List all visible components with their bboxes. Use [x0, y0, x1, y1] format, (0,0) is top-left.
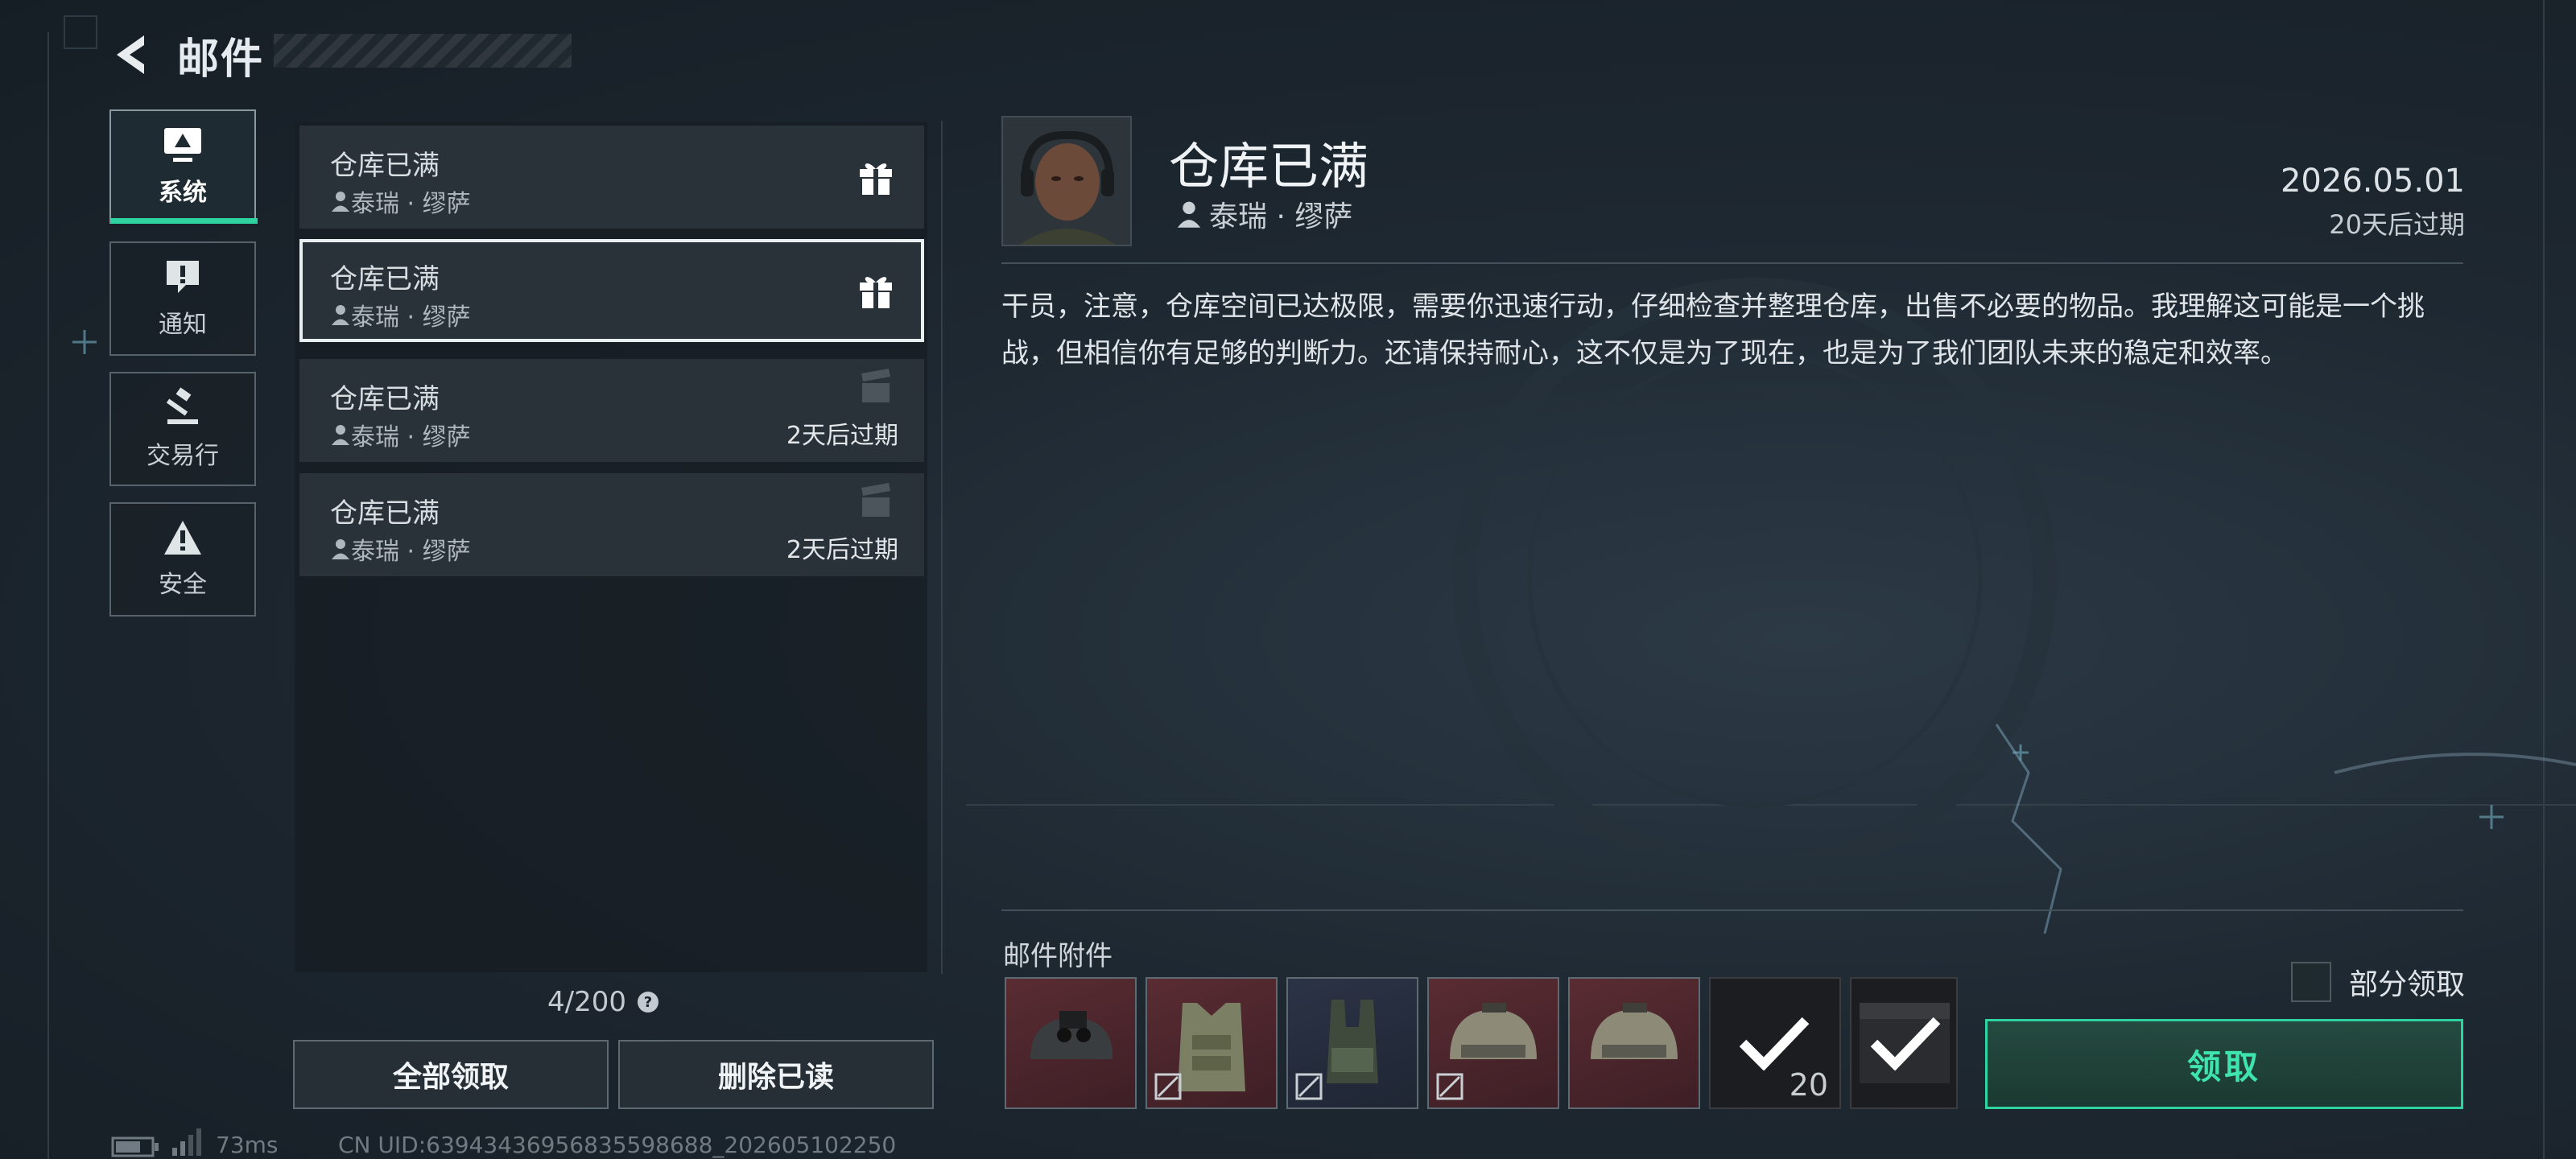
mail-sender: 泰瑞 · 缪萨 — [330, 531, 471, 567]
gavel-icon — [166, 387, 198, 424]
mail-list-item[interactable]: 仓库已满 泰瑞 · 缪萨 2天后过期 — [299, 359, 924, 462]
user-uid: CN UID:639434369568355986​88_20260510225… — [338, 1132, 897, 1158]
attachment-item[interactable] — [1427, 977, 1559, 1109]
sender-portrait-image — [1003, 118, 1130, 245]
mail-detail-title: 仓库已满 — [1169, 137, 1369, 196]
page-title: 邮件 — [177, 35, 265, 84]
mail-list-item-selected[interactable]: 仓库已满 泰瑞 · 缪萨 — [299, 239, 924, 342]
attachment-item[interactable] — [1286, 977, 1418, 1109]
help-icon[interactable]: ? — [637, 992, 658, 1013]
tactical-helmet-icon — [1591, 1003, 1678, 1059]
mail-detail-sender: 泰瑞 · 缪萨 — [1175, 193, 1352, 235]
attachment-quantity: 20 — [1789, 1067, 1828, 1103]
mail-detail-sender-name: 泰瑞 · 缪萨 — [1209, 200, 1353, 233]
divider — [1001, 909, 2463, 911]
partial-claim-toggle[interactable]: 部分领取 — [2290, 961, 2465, 1003]
user-icon — [332, 425, 349, 445]
mail-sender: 泰瑞 · 缪萨 — [330, 297, 471, 332]
category-security[interactable]: 安全 — [109, 502, 256, 617]
category-notice[interactable]: 通知 — [109, 241, 256, 356]
category-label: 安全 — [159, 571, 207, 599]
mail-detail-date: 2026.05.01 — [2280, 163, 2465, 200]
mail-sender-name: 泰瑞 · 缪萨 — [351, 190, 471, 218]
mail-sender: 泰瑞 · 缪萨 — [330, 417, 471, 452]
mail-sender-name: 泰瑞 · 缪萨 — [351, 423, 471, 452]
mail-sender-name: 泰瑞 · 缪萨 — [351, 538, 471, 566]
back-button[interactable] — [105, 27, 161, 83]
signal-icon — [172, 1128, 201, 1156]
category-system[interactable]: 系统 — [109, 109, 258, 224]
back-arrow-icon — [117, 35, 144, 74]
battery-icon — [111, 1136, 159, 1157]
bound-item-icon — [1436, 1073, 1463, 1100]
category-label: 通知 — [159, 311, 207, 339]
ping-value: 73ms — [216, 1132, 279, 1158]
mail-title: 仓库已满 — [330, 497, 440, 530]
mail-count-value: 4/200 — [547, 986, 626, 1018]
night-vision-helmet-icon — [1030, 1011, 1113, 1059]
mail-list-item[interactable]: 仓库已满 泰瑞 · 缪萨 2天后过期 — [299, 473, 924, 576]
user-icon — [1177, 201, 1201, 228]
category-label: 系统 — [159, 179, 207, 207]
claimed-check-icon — [1870, 1017, 1941, 1070]
warning-icon — [164, 521, 201, 555]
mail-sender-name: 泰瑞 · 缪萨 — [351, 303, 471, 332]
mail-title: 仓库已满 — [330, 383, 440, 415]
attachment-item[interactable] — [1146, 977, 1278, 1109]
monitor-icon — [164, 128, 201, 162]
attachment-item[interactable]: 20 — [1709, 977, 1841, 1109]
gift-icon — [860, 277, 892, 308]
mail-expire: 2天后过期 — [786, 422, 898, 450]
attachments-label: 邮件附件 — [1003, 940, 1113, 972]
delete-read-button[interactable]: 删除已读 — [618, 1040, 934, 1109]
category-trade[interactable]: 交易行 — [109, 372, 256, 486]
mail-detail-expire: 20天后过期 — [2329, 209, 2465, 240]
claim-button[interactable]: 领取 — [1985, 1019, 2463, 1109]
attachment-item[interactable] — [1568, 977, 1700, 1109]
user-icon — [332, 539, 349, 559]
mail-expire: 2天后过期 — [786, 536, 898, 564]
claimed-check-icon — [1739, 1017, 1810, 1070]
gift-opened-icon — [861, 369, 890, 402]
alert-icon — [167, 261, 199, 293]
bound-item-icon — [1295, 1073, 1323, 1100]
mail-sender: 泰瑞 · 缪萨 — [330, 184, 471, 219]
mail-detail-body: 干员，注意，仓库空间已达极限，需要你迅速行动，仔细检查并整理仓库，出售不必要的物… — [1001, 291, 2425, 369]
sender-avatar — [1001, 116, 1132, 246]
user-icon — [332, 192, 349, 212]
title-stripe-decoration — [274, 34, 572, 68]
mail-list-item[interactable]: 仓库已满 泰瑞 · 缪萨 — [299, 126, 924, 229]
bound-item-icon — [1154, 1073, 1182, 1100]
partial-claim-checkbox[interactable] — [2290, 962, 2331, 1002]
header: 邮件 — [105, 23, 264, 87]
partial-claim-label: 部分领取 — [2348, 968, 2465, 1001]
gift-opened-icon — [861, 483, 890, 517]
divider — [1001, 262, 2463, 264]
user-icon — [332, 305, 349, 325]
mail-title: 仓库已满 — [330, 263, 440, 295]
attachment-item[interactable] — [1850, 977, 1958, 1109]
mail-title: 仓库已满 — [330, 150, 440, 182]
gift-icon — [860, 163, 892, 195]
category-label: 交易行 — [147, 442, 219, 470]
mail-count: 4/200 ? — [547, 986, 658, 1018]
claim-all-button[interactable]: 全部领取 — [293, 1040, 609, 1109]
attachment-item[interactable] — [1005, 977, 1137, 1109]
